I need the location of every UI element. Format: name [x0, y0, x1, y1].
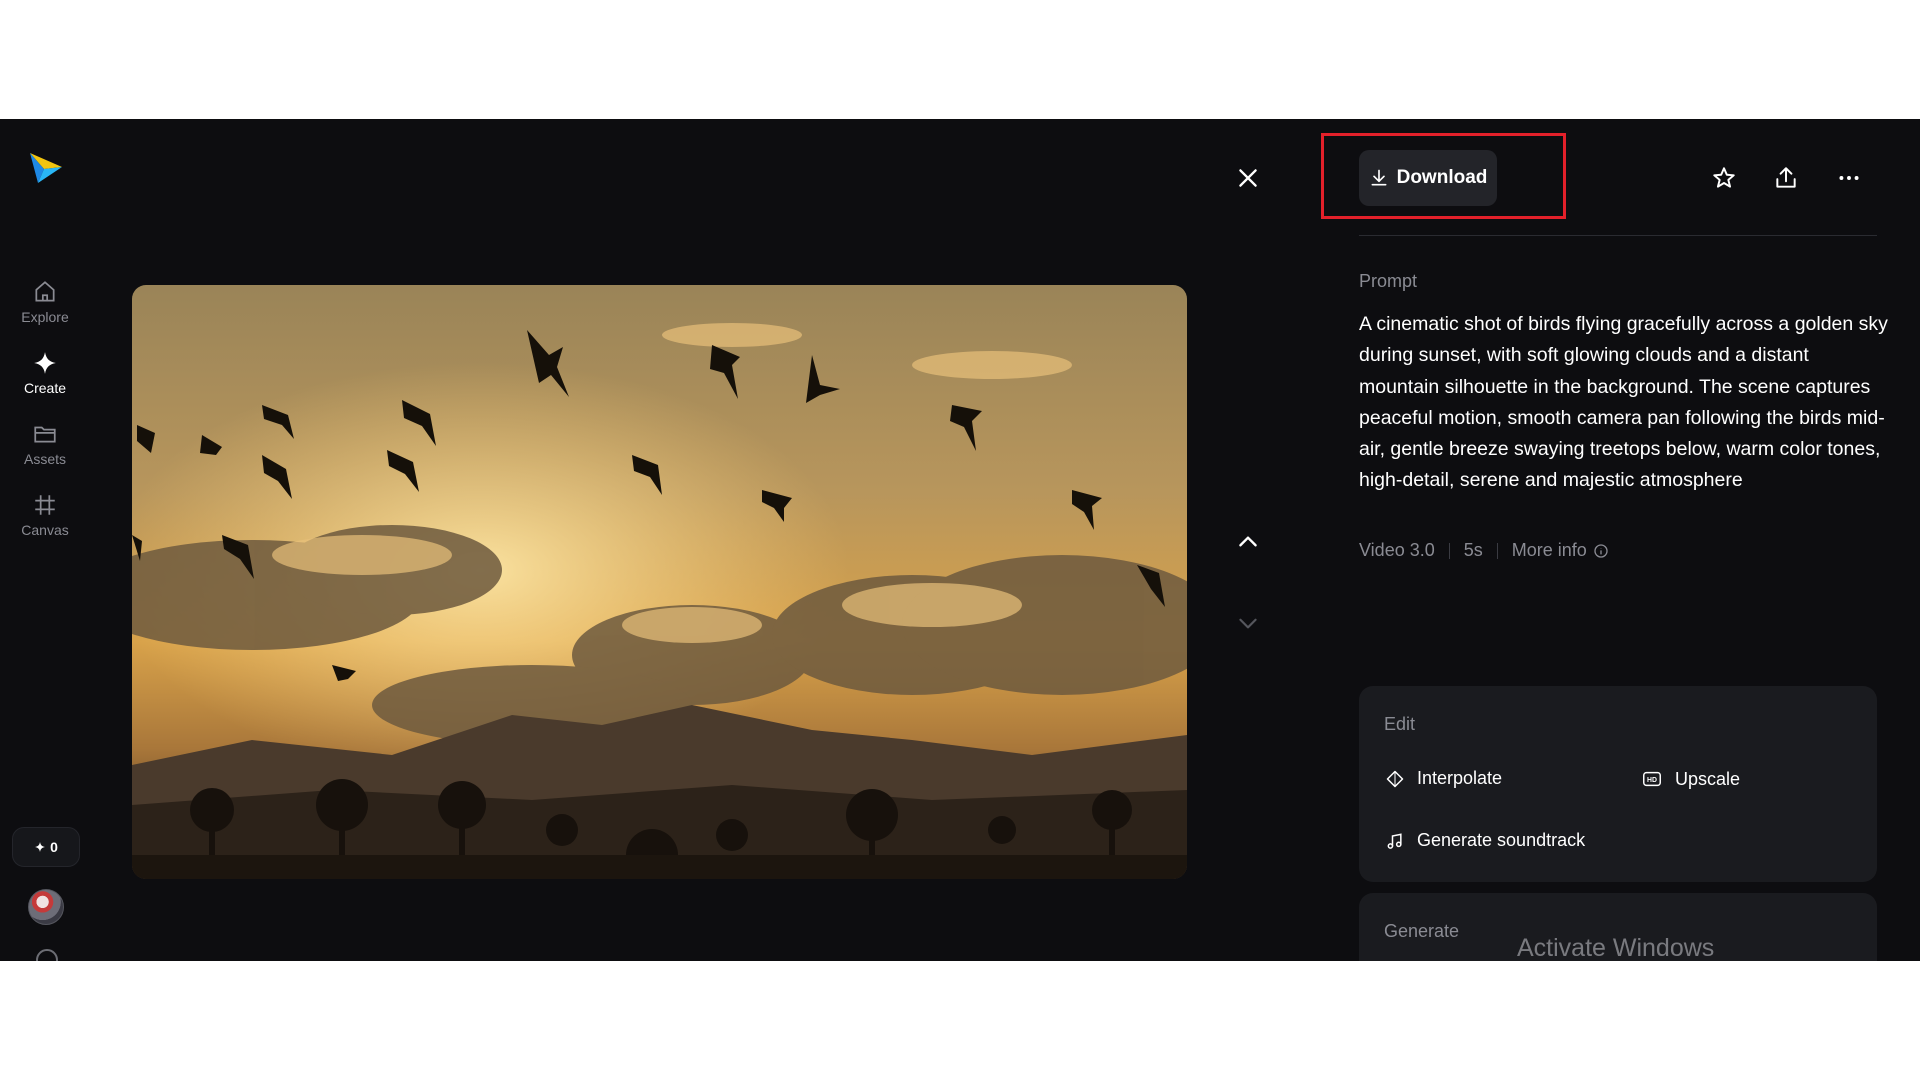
- close-icon: [1235, 165, 1261, 191]
- sparkle-icon: [34, 841, 46, 853]
- download-icon: [1369, 168, 1389, 188]
- previous-button[interactable]: [1228, 522, 1268, 562]
- model-version: Video 3.0: [1359, 540, 1435, 561]
- sidebar-item-assets[interactable]: Assets: [10, 421, 80, 483]
- chevron-down-icon: [1235, 610, 1261, 636]
- interpolate-icon: [1385, 769, 1405, 789]
- star-icon: [1711, 165, 1737, 191]
- prompt-label: Prompt: [1359, 271, 1417, 292]
- more-info-link[interactable]: More info: [1512, 540, 1609, 561]
- music-note-icon: [1385, 831, 1405, 851]
- meta-separator: [1449, 543, 1450, 559]
- sidebar-item-label: Create: [24, 380, 66, 396]
- header-divider: [1359, 235, 1877, 236]
- sparkle-icon: [32, 350, 58, 376]
- more-info-label: More info: [1512, 540, 1587, 561]
- download-label: Download: [1397, 167, 1488, 189]
- generate-soundtrack-button[interactable]: Generate soundtrack: [1385, 830, 1585, 851]
- sidebar-item-canvas[interactable]: Canvas: [10, 492, 80, 554]
- video-viewer-app: Explore Create Assets Canvas 0: [0, 119, 1920, 961]
- info-icon: [1593, 543, 1609, 559]
- home-icon: [32, 279, 58, 305]
- chevron-up-icon: [1235, 529, 1261, 555]
- generation-meta: Video 3.0 5s More info: [1359, 540, 1609, 561]
- edit-panel: Edit Interpolate HD Upscale Generate sou…: [1359, 686, 1877, 882]
- generate-title: Generate: [1384, 921, 1459, 942]
- favorite-button[interactable]: [1704, 158, 1744, 198]
- credits-count: 0: [50, 839, 58, 855]
- avatar[interactable]: [28, 889, 64, 925]
- download-button[interactable]: Download: [1359, 150, 1497, 206]
- sidebar-item-explore[interactable]: Explore: [10, 279, 80, 341]
- app-logo[interactable]: [28, 149, 64, 185]
- more-options-button[interactable]: [1829, 158, 1869, 198]
- more-horizontal-icon: [1836, 165, 1862, 191]
- upscale-label: Upscale: [1675, 769, 1740, 790]
- share-icon: [1773, 165, 1799, 191]
- edit-title: Edit: [1384, 714, 1415, 735]
- video-duration: 5s: [1464, 540, 1483, 561]
- upscale-button[interactable]: HD Upscale: [1641, 768, 1740, 790]
- help-icon[interactable]: [36, 949, 58, 961]
- sidebar-item-label: Explore: [21, 309, 68, 325]
- sidebar-item-label: Canvas: [21, 522, 68, 538]
- prompt-text: A cinematic shot of birds flying gracefu…: [1359, 309, 1889, 497]
- sidebar-item-label: Assets: [24, 451, 66, 467]
- sidebar-item-create[interactable]: Create: [10, 350, 80, 412]
- folder-icon: [32, 421, 58, 447]
- credits-badge[interactable]: 0: [12, 827, 80, 867]
- hd-icon: HD: [1641, 768, 1663, 790]
- interpolate-button[interactable]: Interpolate: [1385, 768, 1502, 789]
- generate-soundtrack-label: Generate soundtrack: [1417, 830, 1585, 851]
- sunset-birds-image: [132, 285, 1187, 879]
- video-preview[interactable]: [132, 285, 1187, 879]
- close-button[interactable]: [1228, 158, 1268, 198]
- svg-text:HD: HD: [1647, 777, 1657, 784]
- frame-icon: [32, 492, 58, 518]
- share-button[interactable]: [1766, 158, 1806, 198]
- interpolate-label: Interpolate: [1417, 768, 1502, 789]
- meta-separator: [1497, 543, 1498, 559]
- activate-windows-watermark: Activate Windows: [1517, 934, 1714, 961]
- next-button[interactable]: [1228, 603, 1268, 643]
